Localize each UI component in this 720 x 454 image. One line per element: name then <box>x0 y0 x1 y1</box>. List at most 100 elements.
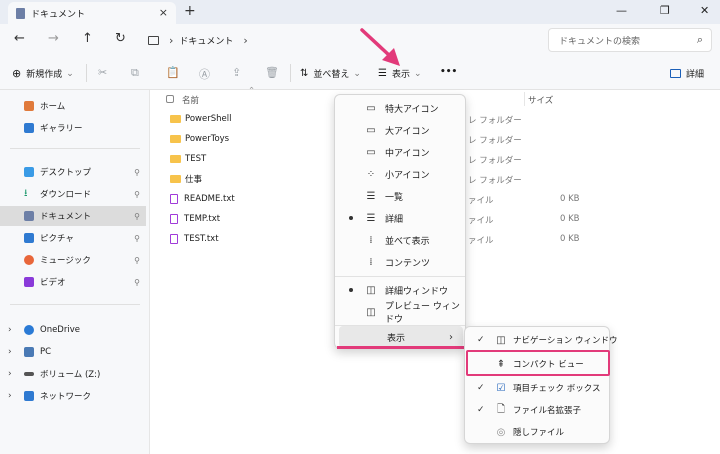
check-icon: ✓ <box>477 383 485 393</box>
cut-icon[interactable]: ✂ <box>98 66 107 79</box>
preview-pane-icon: ◫ <box>366 306 376 318</box>
sidebar-item-label: ギャラリー <box>40 124 83 134</box>
new-button-label: 新規作成 <box>26 70 63 80</box>
share-icon[interactable]: ⇪ <box>232 66 241 79</box>
new-tab-button[interactable]: + <box>184 3 196 19</box>
sidebar-item-downloads[interactable]: ⭳ ダウンロード ⚲ <box>0 184 146 204</box>
file-row[interactable]: PowerShell <box>170 110 231 128</box>
column-header-size[interactable]: サイズ <box>528 94 553 106</box>
divider <box>86 64 87 82</box>
sort-icon: ⇅ <box>300 68 309 79</box>
breadcrumb-chevron-icon[interactable]: › <box>243 34 247 47</box>
sidebar-item-volume-z[interactable]: › ボリューム (Z:) <box>0 364 146 384</box>
expand-chevron-icon[interactable]: › <box>8 369 12 379</box>
file-name: PowerToys <box>185 134 230 144</box>
checkbox-icon: ☑ <box>496 382 506 394</box>
download-arrow-icon: ⭳ <box>24 187 28 199</box>
paste-icon[interactable]: 📋 <box>166 66 180 79</box>
file-row[interactable]: 仕事 <box>170 170 202 188</box>
monitor-icon: ▭ <box>366 146 376 158</box>
back-button[interactable]: ← <box>14 31 25 46</box>
breadcrumb-documents[interactable]: ドキュメント <box>179 34 233 47</box>
file-row[interactable]: TEST <box>170 150 206 168</box>
menu-item-hidden-files[interactable]: ◎ 隠しファイル <box>469 421 607 443</box>
details-pane-button[interactable]: 詳細 <box>670 67 704 80</box>
file-name: TEMP.txt <box>184 214 221 224</box>
file-name: 仕事 <box>185 175 203 185</box>
address-bar[interactable]: › ドキュメント › <box>140 28 540 52</box>
menu-item-tiles[interactable]: ⁞ 並べて表示 <box>339 229 463 251</box>
file-row[interactable]: README.txt <box>170 190 235 208</box>
expand-chevron-icon[interactable]: › <box>8 347 12 357</box>
network-icon <box>24 391 34 401</box>
sidebar-item-network[interactable]: › ネットワーク <box>0 386 146 406</box>
drive-icon <box>24 372 34 376</box>
new-button[interactable]: ⊕ 新規作成 ⌄ <box>12 67 74 80</box>
close-window-button[interactable]: ✕ <box>700 4 709 17</box>
list-icon: ☰ <box>366 190 376 202</box>
maximize-button[interactable]: ❐ <box>660 4 670 17</box>
file-type: レ フォルダー <box>468 176 522 186</box>
monitor-icon: ▭ <box>366 102 376 114</box>
pc-monitor-icon <box>148 35 159 45</box>
menu-item-file-extensions[interactable]: ✓ 🗋 ファイル名拡張子 <box>469 399 607 421</box>
eye-icon: ◎ <box>496 426 506 438</box>
menu-item-details[interactable]: ☰ 詳細 <box>339 207 463 229</box>
file-type: レ フォルダー <box>468 156 522 166</box>
delete-icon[interactable]: 🗑 <box>265 66 279 79</box>
menu-item-label: 項目チェック ボックス <box>513 384 601 394</box>
sidebar-item-documents[interactable]: ドキュメント ⚲ <box>0 206 146 226</box>
file-type: ァイル <box>468 216 494 226</box>
sidebar-item-pc[interactable]: › PC <box>0 342 146 362</box>
column-header-name[interactable]: 名前 <box>182 94 199 106</box>
more-options-button[interactable]: ••• <box>440 67 457 77</box>
sidebar-item-home[interactable]: ホーム <box>0 96 146 116</box>
sidebar-item-desktop[interactable]: デスクトップ ⚲ <box>0 162 146 182</box>
tab-close-icon[interactable]: × <box>159 6 168 19</box>
menu-item-small-icons[interactable]: ⁘ 小アイコン <box>339 163 463 185</box>
sidebar-item-gallery[interactable]: ギャラリー <box>0 118 146 138</box>
tab-documents[interactable]: ドキュメント × <box>8 2 176 24</box>
sidebar-item-pictures[interactable]: ピクチャ ⚲ <box>0 228 146 248</box>
file-row[interactable]: TEST.txt <box>170 230 219 248</box>
menu-item-content[interactable]: ⁞ コンテンツ <box>339 251 463 273</box>
sidebar-item-label: ビデオ <box>40 278 66 288</box>
menu-item-medium-icons[interactable]: ▭ 中アイコン <box>339 141 463 163</box>
menu-item-navigation-pane[interactable]: ✓ ◫ ナビゲーション ウィンドウ <box>469 329 618 351</box>
menu-item-show[interactable]: 表示 › <box>339 326 463 348</box>
pin-icon: ⚲ <box>134 211 140 221</box>
search-input[interactable]: ドキュメントの検索 ⌕ <box>548 28 712 52</box>
file-name: TEST.txt <box>184 234 219 244</box>
gallery-icon <box>24 123 34 133</box>
menu-item-extra-large-icons[interactable]: ▭ 特大アイコン <box>339 97 463 119</box>
file-row[interactable]: PowerToys <box>170 130 229 148</box>
select-all-checkbox[interactable] <box>166 94 174 104</box>
breadcrumb-separator-icon: › <box>169 33 174 47</box>
content-icon: ⁞ <box>369 256 373 268</box>
sidebar-item-label: ボリューム (Z:) <box>40 370 101 380</box>
text-file-icon <box>170 234 178 244</box>
sort-button[interactable]: ⇅ 並べ替え ⌄ <box>300 67 361 80</box>
menu-item-item-checkboxes[interactable]: ✓ ☑ 項目チェック ボックス <box>469 377 607 399</box>
minimize-button[interactable]: — <box>616 4 627 17</box>
menu-item-label: 表示 <box>387 333 406 344</box>
expand-chevron-icon[interactable]: › <box>8 325 12 335</box>
file-size: 0 KB <box>560 214 580 224</box>
refresh-button[interactable]: ↻ <box>115 31 126 46</box>
menu-item-list[interactable]: ☰ 一覧 <box>339 185 463 207</box>
up-button[interactable]: ↑ <box>82 31 93 46</box>
copy-icon[interactable]: ⧉ <box>131 66 139 80</box>
menu-item-details-pane[interactable]: ◫ 詳細ウィンドウ <box>339 279 463 301</box>
music-icon <box>24 255 34 265</box>
tiles-icon: ⁞ <box>369 234 373 246</box>
expand-chevron-icon[interactable]: › <box>8 391 12 401</box>
details-pane-label: 詳細 <box>686 70 705 80</box>
sidebar-item-onedrive[interactable]: › OneDrive <box>0 320 146 340</box>
sidebar-item-music[interactable]: ミュージック ⚲ <box>0 250 146 270</box>
menu-item-large-icons[interactable]: ▭ 大アイコン <box>339 119 463 141</box>
forward-button[interactable]: → <box>48 31 59 46</box>
rename-icon[interactable]: Ⓐ <box>199 66 210 82</box>
menu-item-preview-pane[interactable]: ◫ プレビュー ウィンドウ <box>339 301 463 325</box>
sidebar-item-videos[interactable]: ビデオ ⚲ <box>0 272 146 292</box>
file-row[interactable]: TEMP.txt <box>170 210 220 228</box>
